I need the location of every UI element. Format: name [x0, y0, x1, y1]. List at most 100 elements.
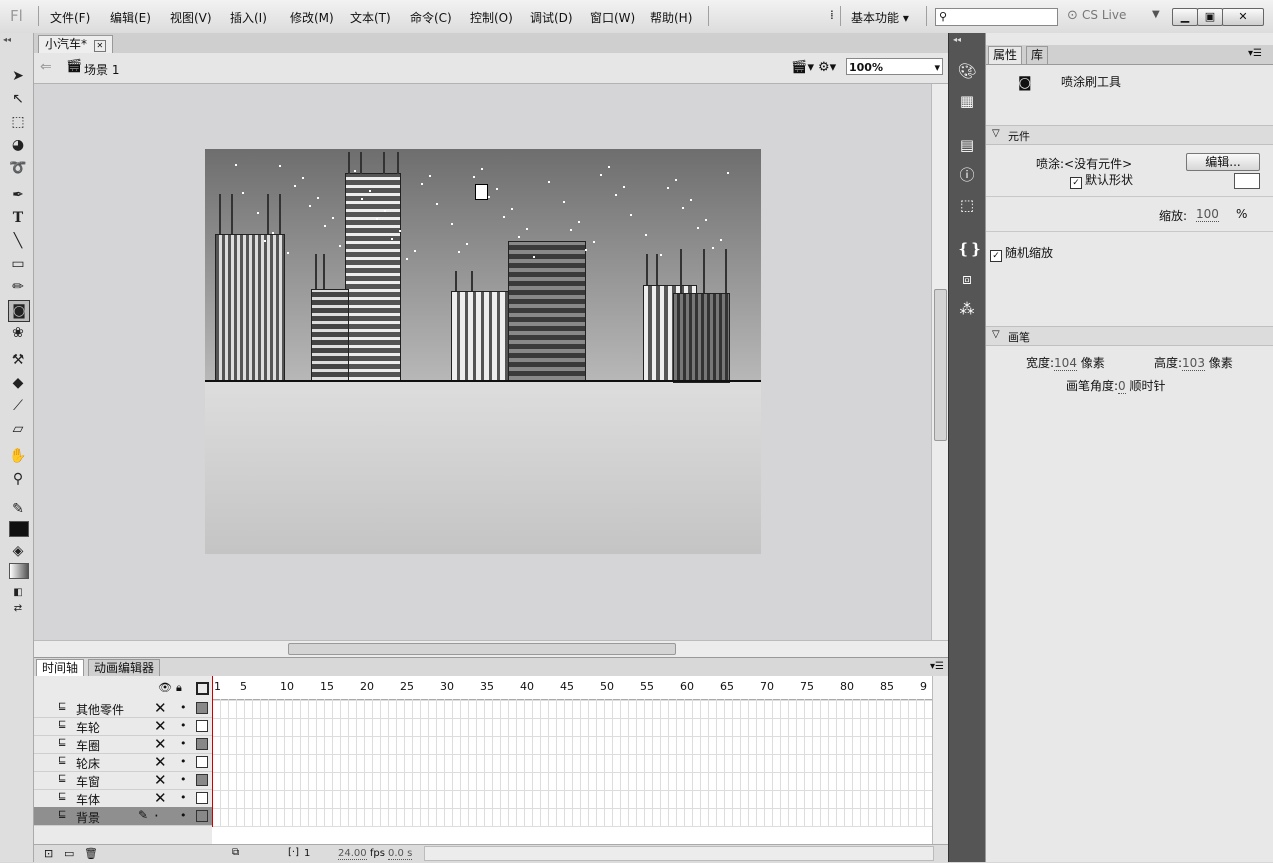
spray-color-swatch[interactable]: [1234, 173, 1260, 189]
frame-rate[interactable]: 24.00 fps: [338, 848, 385, 860]
lock-dot-icon[interactable]: •: [180, 809, 187, 822]
menu-view[interactable]: 视图(V): [170, 9, 212, 26]
vertical-scrollbar[interactable]: [931, 84, 948, 640]
line-tool-icon[interactable]: ╲: [8, 231, 28, 251]
hidden-x-icon[interactable]: ✕: [154, 735, 167, 753]
edit-symbol-icon[interactable]: ⚙▾: [818, 60, 836, 75]
tab-properties[interactable]: 属性: [988, 46, 1023, 64]
delete-layer-icon[interactable]: 🗑︎: [84, 847, 98, 860]
tab-timeline[interactable]: 时间轴: [36, 659, 85, 677]
timeline-vertical-scrollbar[interactable]: [932, 676, 949, 844]
symbol-section-header[interactable]: ▽ 元件: [986, 125, 1273, 145]
frame-cells[interactable]: [212, 699, 932, 827]
edit-button[interactable]: 编辑...: [1186, 153, 1260, 171]
layer-row[interactable]: ⊑ 背景 ✎ · •: [34, 807, 212, 826]
panel-menu-icon[interactable]: ▾☰: [930, 661, 944, 672]
menu-control[interactable]: 控制(O): [470, 9, 513, 26]
angle-value[interactable]: 0: [1118, 379, 1126, 394]
layer-row[interactable]: ⊑ 车圈 ✕ •: [34, 735, 212, 754]
layer-row[interactable]: ⊑ 车窗 ✕ •: [34, 771, 212, 790]
eraser-icon[interactable]: ▱: [8, 419, 28, 439]
deco-tool-icon[interactable]: ❀: [8, 323, 28, 343]
lock-dot-icon[interactable]: •: [180, 737, 187, 750]
cs-live-button[interactable]: ⊙ CS Live: [1067, 8, 1126, 23]
layer-name[interactable]: 背景: [76, 809, 100, 826]
collapse-icon[interactable]: ◂◂: [3, 35, 11, 44]
layer-row[interactable]: ⊑ 轮床 ✕ •: [34, 753, 212, 772]
frame-grid[interactable]: 1 5 10 15 20 25 30 35 40 45 50 55 60 65 70 75 80 85 9: [212, 676, 932, 844]
subselection-tool-icon[interactable]: ↖: [8, 89, 28, 109]
settings-icon[interactable]: ⁞: [830, 8, 834, 22]
layer-row[interactable]: ⊑ 车体 ✕ •: [34, 789, 212, 808]
edit-scene-icon[interactable]: 🎬︎▾: [791, 60, 814, 75]
timeline-horizontal-scrollbar[interactable]: [424, 846, 934, 861]
expand-panels-icon[interactable]: ◂◂: [953, 35, 961, 44]
vertical-scroll-thumb[interactable]: [934, 289, 947, 441]
width-value[interactable]: 104: [1054, 356, 1077, 371]
frame-ruler[interactable]: 1 5 10 15 20 25 30 35 40 45 50 55 60 65 70 75 80 85 9: [212, 676, 932, 700]
motion-presets-icon[interactable]: ⁂: [957, 299, 977, 319]
brush-section-header[interactable]: ▽ 画笔: [986, 326, 1273, 346]
color-panel-icon[interactable]: 🎨︎: [957, 61, 977, 81]
layer-name[interactable]: 车体: [76, 791, 100, 808]
close-button[interactable]: ✕: [1222, 8, 1264, 26]
text-tool-icon[interactable]: T: [8, 208, 28, 228]
menu-debug[interactable]: 调试(D): [530, 9, 573, 26]
cs-live-dropdown-icon[interactable]: ▼: [1152, 9, 1160, 20]
info-panel-icon[interactable]: ⓘ: [957, 165, 977, 185]
minimize-button[interactable]: ▁: [1172, 8, 1198, 26]
swap-colors-icon[interactable]: ⇄: [8, 599, 28, 619]
hidden-x-icon[interactable]: ✕: [154, 717, 167, 735]
fps-value[interactable]: 24.00: [338, 848, 367, 860]
playhead[interactable]: [212, 676, 213, 827]
menu-insert[interactable]: 插入(I): [230, 9, 267, 26]
close-tab-icon[interactable]: ✕: [93, 40, 106, 52]
fill-color-icon[interactable]: ◈: [8, 541, 28, 561]
layer-name[interactable]: 车窗: [76, 773, 100, 790]
hidden-x-icon[interactable]: ✕: [154, 699, 167, 717]
layer-name[interactable]: 其他零件: [76, 701, 124, 718]
eyedropper-icon[interactable]: ⟋: [8, 396, 28, 416]
components-icon[interactable]: ⧈: [957, 269, 977, 289]
outline-color-swatch[interactable]: [196, 738, 208, 750]
hidden-x-icon[interactable]: ✕: [154, 753, 167, 771]
menu-commands[interactable]: 命令(C): [410, 9, 452, 26]
lock-dot-icon[interactable]: •: [180, 773, 187, 786]
edit-markers-icon[interactable]: [·]: [288, 847, 299, 858]
rectangle-tool-icon[interactable]: ▭: [8, 254, 28, 274]
free-transform-icon[interactable]: ⬚: [8, 112, 28, 132]
lock-dot-icon[interactable]: •: [180, 755, 187, 768]
pen-tool-icon[interactable]: ✒: [8, 185, 28, 205]
horizontal-scrollbar[interactable]: [34, 640, 948, 657]
random-scale-checkbox[interactable]: ✓ 随机缩放: [990, 244, 1053, 262]
maximize-button[interactable]: ▣: [1197, 8, 1223, 26]
outline-color-swatch[interactable]: [196, 810, 208, 822]
lock-dot-icon[interactable]: •: [180, 701, 187, 714]
tab-library[interactable]: 库: [1026, 46, 1049, 64]
document-tab[interactable]: 小汽车* ✕: [38, 35, 113, 53]
lock-dot-icon[interactable]: •: [180, 791, 187, 804]
panel-menu-icon[interactable]: ▾☰: [1248, 48, 1262, 59]
hidden-x-icon[interactable]: ✕: [154, 771, 167, 789]
outline-color-swatch[interactable]: [196, 792, 208, 804]
hidden-x-icon[interactable]: ✕: [154, 789, 167, 807]
hand-tool-icon[interactable]: ✋: [8, 446, 28, 466]
back-arrow-icon[interactable]: ⇐: [40, 59, 52, 75]
pencil-tool-icon[interactable]: ✏: [8, 277, 28, 297]
menu-help[interactable]: 帮助(H): [650, 9, 692, 26]
canvas-area[interactable]: [34, 84, 931, 640]
transform-panel-icon[interactable]: ⬚: [957, 195, 977, 215]
horizontal-scroll-thumb[interactable]: [288, 643, 676, 655]
outline-color-swatch[interactable]: [196, 774, 208, 786]
menu-file[interactable]: 文件(F): [50, 9, 90, 26]
outline-icon[interactable]: [196, 682, 209, 695]
layer-name[interactable]: 车圈: [76, 737, 100, 754]
menu-window[interactable]: 窗口(W): [590, 9, 635, 26]
outline-color-swatch[interactable]: [196, 702, 208, 714]
selection-tool-icon[interactable]: ➤: [8, 66, 28, 86]
swatches-panel-icon[interactable]: ▦: [957, 91, 977, 111]
scale-value[interactable]: 100: [1196, 207, 1219, 222]
code-snippets-icon[interactable]: ❴❵: [957, 239, 982, 259]
bone-tool-icon[interactable]: ⚒: [8, 350, 28, 370]
stage[interactable]: [205, 149, 761, 554]
